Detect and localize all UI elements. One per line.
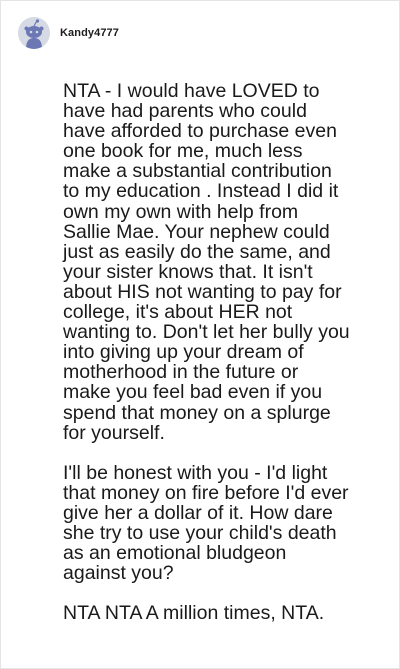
comment-header: Kandy4777 (18, 17, 119, 49)
username[interactable]: Kandy4777 (60, 27, 119, 39)
comment-body: NTA - I would have LOVED to have had par… (63, 81, 393, 623)
reddit-snoo-avatar-icon (18, 17, 50, 49)
comment-paragraph: NTA - I would have LOVED to have had par… (63, 80, 350, 444)
comment-paragraph: NTA NTA A million times, NTA. (63, 602, 325, 625)
avatar[interactable] (18, 17, 50, 49)
comment-card: Kandy4777 NTA - I would have LOVED to ha… (0, 0, 400, 669)
comment-paragraph: I'll be honest with you - I'd light that… (63, 461, 349, 585)
